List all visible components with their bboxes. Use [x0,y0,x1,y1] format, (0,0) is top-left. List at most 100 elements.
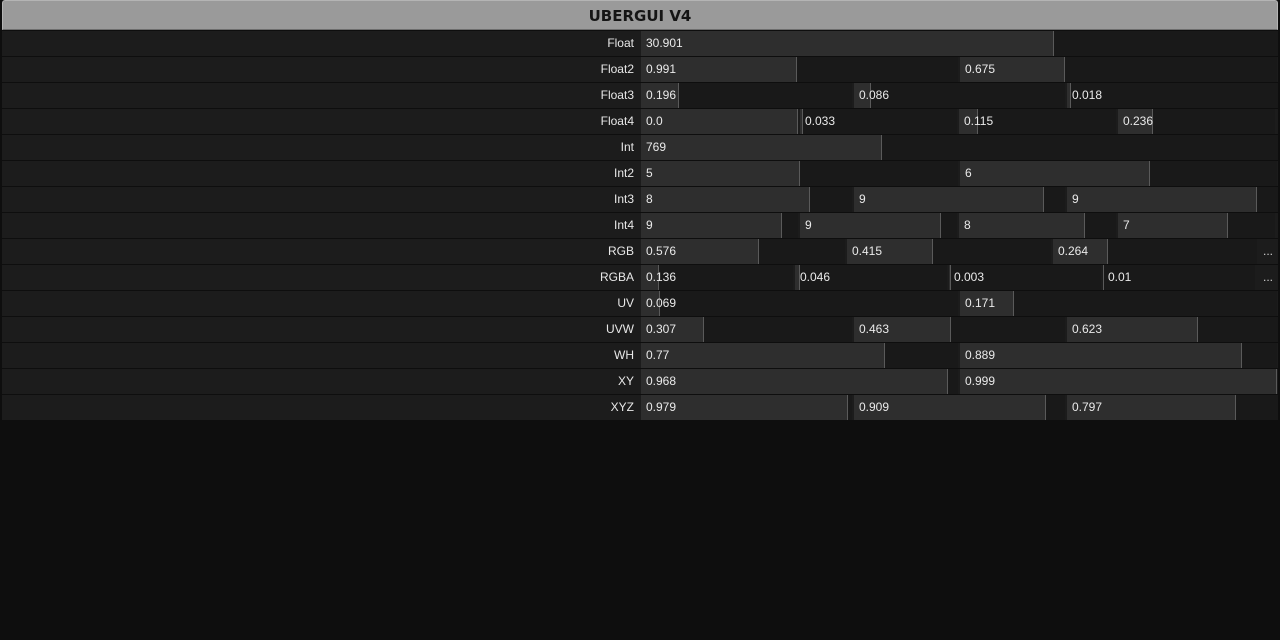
value-slider-xyz-1[interactable]: 0.909 [854,395,1065,420]
value-slider-uv-0[interactable]: 0.069 [641,291,958,316]
property-label: Float2 [600,62,634,76]
value-slider-uvw-0[interactable]: 0.307 [641,317,852,342]
property-label: Int3 [613,192,634,206]
value-slider-float3-0[interactable]: 0.196 [641,83,852,108]
value-slider-uv-1[interactable]: 0.171 [960,291,1277,316]
value-slider-int2-0[interactable]: 5 [641,161,958,186]
property-label: XYZ [610,400,634,414]
value-slider-rgb-1[interactable]: 0.415 [847,239,1051,264]
property-label: WH [614,348,634,362]
value-slider-xyz-2[interactable]: 0.797 [1067,395,1278,420]
slider-value: 0.77 [646,348,670,362]
value-slider-float-0[interactable]: 30.901 [641,31,1278,56]
slider-value: 8 [964,218,971,232]
property-row-xy: XY 0.968 0.999 [2,369,1278,394]
value-slider-float4-2[interactable]: 0.115 [959,109,1116,134]
value-slider-rgb-0[interactable]: 0.576 [641,239,845,264]
slider-fill [641,109,798,134]
property-row-uvw: UVW 0.307 0.463 0.623 [2,317,1278,342]
value-slider-int4-3[interactable]: 7 [1118,213,1275,238]
slider-value: 0.797 [1072,400,1103,414]
slider-value: 769 [646,140,667,154]
value-slider-xy-1[interactable]: 0.999 [960,369,1277,394]
property-row-wh: WH 0.77 0.889 [2,343,1278,368]
slider-value: 6 [965,166,972,180]
property-label: UV [617,296,634,310]
value-slider-int4-2[interactable]: 8 [959,213,1116,238]
value-slider-int3-2[interactable]: 9 [1067,187,1278,212]
value-slider-rgba-2[interactable]: 0.003 [949,265,1101,290]
property-row-float2: Float2 0.991 0.675 [2,57,1278,82]
slider-fill [949,265,951,290]
value-slider-int3-1[interactable]: 9 [854,187,1065,212]
slider-value: 9 [646,218,653,232]
slider-fill [960,161,1151,186]
slider-fill [641,213,783,238]
slider-value: 0.033 [805,114,836,128]
value-slider-wh-0[interactable]: 0.77 [641,343,958,368]
value-slider-float3-2[interactable]: 0.018 [1067,83,1278,108]
slider-fill [800,213,942,238]
slider-fill [854,187,1044,212]
slider-value: 8 [646,192,653,206]
value-slider-xy-0[interactable]: 0.968 [641,369,958,394]
value-slider-rgba-0[interactable]: 0.136 [641,265,793,290]
slider-fill [1103,265,1104,290]
property-label: UVW [606,322,634,336]
slider-value: 5 [646,166,653,180]
slider-value: 0.623 [1072,322,1103,336]
value-slider-float2-1[interactable]: 0.675 [960,57,1277,82]
property-row-rgba: RGBA 0.136 0.046 0.003 0.01... [2,265,1278,290]
value-slider-rgba-1[interactable]: 0.046 [795,265,947,290]
slider-value: 0.999 [965,374,996,388]
value-slider-xyz-0[interactable]: 0.979 [641,395,852,420]
value-slider-float4-1[interactable]: 0.033 [800,109,957,134]
slider-fill [641,369,949,394]
property-label: RGBA [599,270,634,284]
slider-fill [960,343,1243,368]
slider-fill [1067,83,1072,108]
slider-value: 0.236 [1123,114,1154,128]
property-row-int2: Int2 5 6 [2,161,1278,186]
value-slider-float4-0[interactable]: 0.0 [641,109,798,134]
slider-value: 0.307 [646,322,677,336]
property-row-int4: Int4 9 9 8 7 [2,213,1278,238]
value-slider-float2-0[interactable]: 0.991 [641,57,958,82]
value-slider-wh-1[interactable]: 0.889 [960,343,1277,368]
property-label: Int4 [613,218,634,232]
property-label: XY [617,374,634,388]
property-row-uv: UV 0.069 0.171 [2,291,1278,316]
panel-title: UBERGUI V4 [2,0,1278,30]
value-slider-rgba-3[interactable]: 0.01 [1103,265,1255,290]
color-picker-button[interactable]: ... [1258,239,1278,264]
value-slider-int-0[interactable]: 769 [641,135,1278,160]
property-label: RGB [607,244,634,258]
slider-value: 9 [805,218,812,232]
slider-fill [641,135,882,160]
value-slider-uvw-2[interactable]: 0.623 [1067,317,1278,342]
value-slider-float4-3[interactable]: 0.236 [1118,109,1275,134]
value-slider-uvw-1[interactable]: 0.463 [854,317,1065,342]
slider-value: 0.046 [800,270,831,284]
slider-value: 7 [1123,218,1130,232]
slider-value: 9 [1072,192,1079,206]
value-slider-int2-1[interactable]: 6 [960,161,1277,186]
color-picker-button[interactable]: ... [1258,265,1278,290]
slider-value: 0.136 [646,270,677,284]
slider-fill [641,161,800,186]
slider-value: 0.909 [859,400,890,414]
property-row-xyz: XYZ 0.979 0.909 0.797 [2,395,1278,420]
value-slider-float3-1[interactable]: 0.086 [854,83,1065,108]
property-row-float: Float 30.901 [2,31,1278,56]
slider-value: 9 [859,192,866,206]
property-label: Float [607,36,634,50]
value-slider-rgb-2[interactable]: 0.264 [1053,239,1257,264]
slider-fill [1118,213,1228,238]
slider-value: 0.196 [646,88,677,102]
slider-value: 0.991 [646,62,677,76]
slider-value: 30.901 [646,36,683,50]
value-slider-int4-1[interactable]: 9 [800,213,957,238]
value-slider-int4-0[interactable]: 9 [641,213,798,238]
slider-value: 0.01 [1108,270,1132,284]
value-slider-int3-0[interactable]: 8 [641,187,852,212]
